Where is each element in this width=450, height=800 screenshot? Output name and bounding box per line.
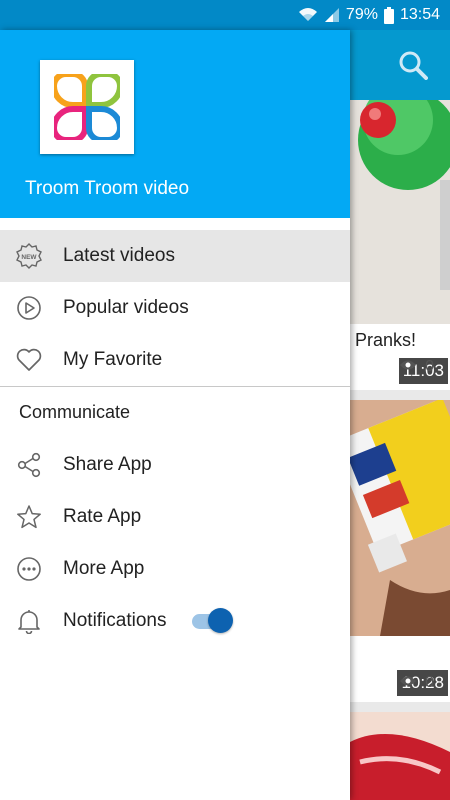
search-icon[interactable]: [398, 50, 428, 85]
view-count: 0: [399, 674, 434, 692]
menu-label: My Favorite: [63, 349, 163, 370]
wifi-icon: [298, 7, 318, 23]
menu-label: Popular videos: [63, 297, 189, 318]
video-card[interactable]: [350, 712, 450, 800]
view-count-value: 0: [425, 674, 434, 691]
menu-label: Notifications: [63, 610, 167, 631]
menu-item-latest-videos[interactable]: NEW Latest videos: [0, 230, 350, 282]
bell-icon: [16, 608, 42, 634]
navigation-drawer: Troom Troom video NEW Latest videos Popu…: [0, 30, 350, 800]
clover-logo-icon: [54, 74, 120, 140]
menu-item-my-favorite[interactable]: My Favorite: [0, 334, 350, 386]
video-title[interactable]: Pranks!: [355, 330, 416, 351]
app-name: Troom Troom video: [25, 178, 190, 199]
more-dots-icon: [16, 556, 42, 582]
share-icon: [16, 452, 42, 478]
toolbar: [350, 30, 450, 100]
star-icon: [16, 504, 42, 530]
section-title-communicate: Communicate: [19, 402, 131, 422]
status-icons: 79% 13:54: [298, 0, 440, 30]
menu-item-share-app[interactable]: Share App: [0, 439, 350, 491]
video-thumbnail[interactable]: [350, 400, 450, 636]
battery-icon: [383, 6, 394, 24]
background-video-feed: 11:03 Pranks! 0 10:28 0: [350, 30, 450, 800]
eye-icon: [399, 674, 417, 692]
new-badge-icon: NEW: [16, 243, 42, 269]
menu-label: Latest videos: [63, 245, 175, 266]
app-logo: [40, 60, 134, 154]
menu-label: More App: [63, 558, 145, 579]
status-bar: 79% 13:54: [0, 0, 450, 30]
notifications-toggle[interactable]: [192, 608, 234, 634]
menu-label: Share App: [63, 454, 152, 475]
menu-item-popular-videos[interactable]: Popular videos: [0, 282, 350, 334]
eye-icon: [399, 358, 417, 376]
menu-item-notifications[interactable]: Notifications: [0, 595, 350, 647]
divider: [0, 386, 350, 387]
video-card[interactable]: 11:03 Pranks! 0: [350, 100, 450, 390]
svg-text:NEW: NEW: [21, 254, 37, 261]
play-circle-icon: [16, 295, 42, 321]
drawer-header: Troom Troom video: [0, 30, 350, 218]
video-thumbnail[interactable]: [350, 100, 450, 324]
menu-item-more-app[interactable]: More App: [0, 543, 350, 595]
menu-label: Rate App: [63, 506, 142, 527]
video-thumbnail[interactable]: [350, 712, 450, 800]
menu-item-rate-app[interactable]: Rate App: [0, 491, 350, 543]
view-count: 0: [399, 358, 434, 376]
battery-percent: 79%: [345, 6, 378, 23]
heart-icon: [16, 347, 42, 373]
video-card[interactable]: 10:28 0: [350, 400, 450, 702]
view-count-value: 0: [425, 358, 434, 375]
cellular-signal-icon: [324, 7, 340, 23]
clock: 13:54: [399, 6, 440, 23]
toggle-thumb: [208, 608, 233, 633]
